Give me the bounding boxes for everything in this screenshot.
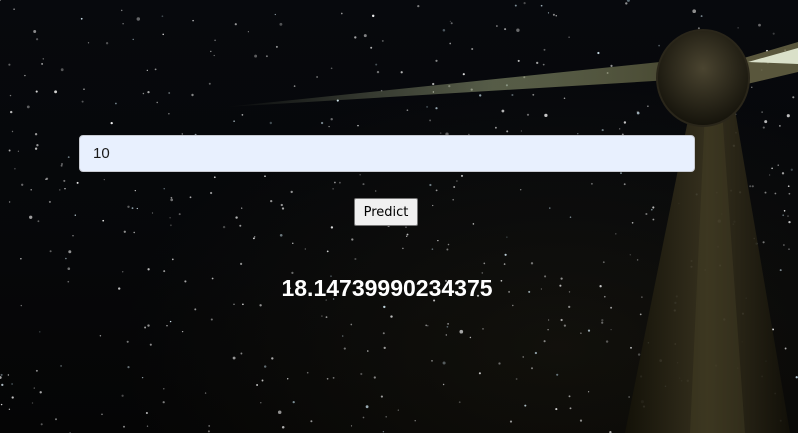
page-background: Predict 18.14739990234375 <box>0 0 798 433</box>
prediction-input[interactable] <box>79 135 695 172</box>
predict-button[interactable]: Predict <box>354 198 418 226</box>
prediction-result: 18.14739990234375 <box>281 275 493 301</box>
